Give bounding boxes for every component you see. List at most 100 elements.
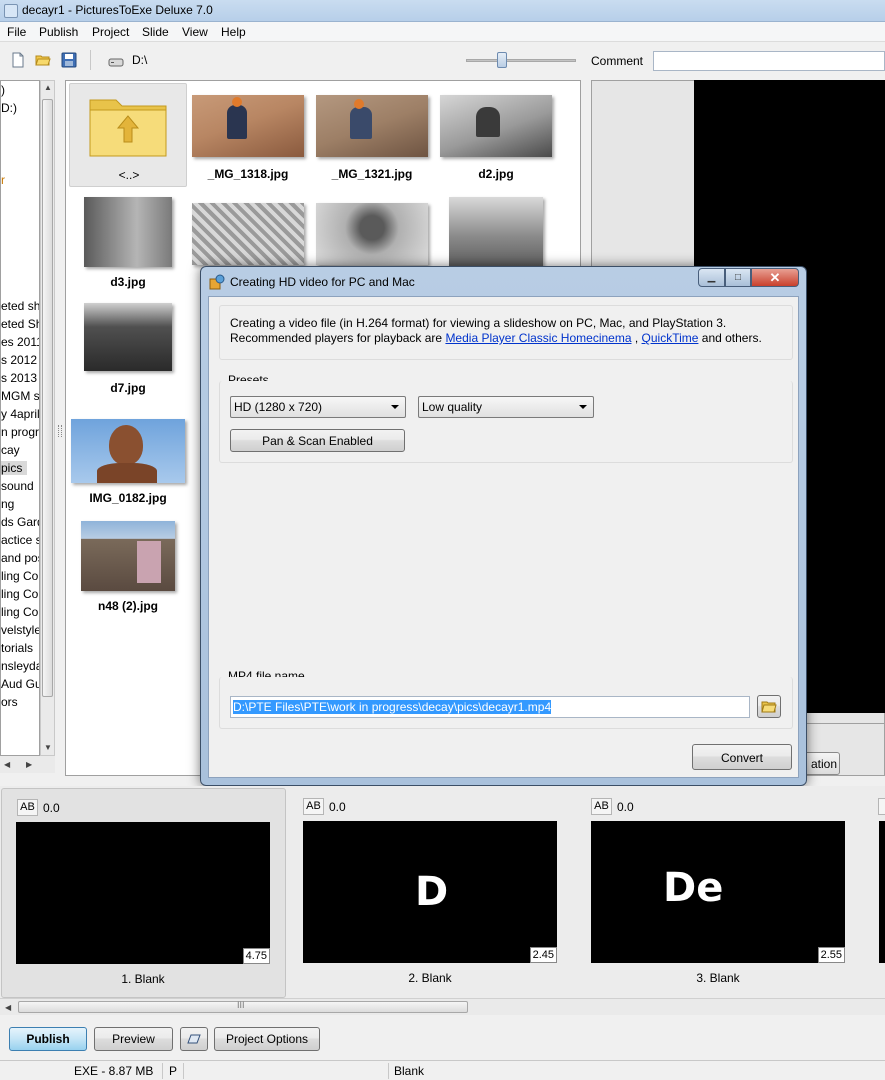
tree-item[interactable]: ling Co	[1, 587, 38, 601]
zoom-slider-track[interactable]	[466, 59, 576, 62]
parent-folder-icon	[89, 99, 167, 157]
slide-thumbnail: De 2.55	[591, 821, 845, 963]
tree-item[interactable]: ling Co	[1, 605, 38, 619]
tree-item-selected[interactable]: pics	[1, 461, 27, 475]
tree-item[interactable]: ors	[1, 695, 18, 709]
file-item[interactable]: IMG_0182.jpg	[69, 419, 187, 509]
status-separator	[388, 1063, 389, 1079]
scroll-up-icon[interactable]: ▲	[44, 83, 52, 92]
tree-horizontal-scrollbar[interactable]: ◀ ▶	[0, 756, 55, 773]
scroll-left-icon[interactable]: ◀	[5, 1003, 11, 1012]
new-file-icon[interactable]	[10, 52, 26, 68]
file-item[interactable]: d3.jpg	[69, 197, 187, 293]
tree-item[interactable]: y 4april	[1, 407, 39, 421]
slide-strip-scrollbar[interactable]: ◀ III	[0, 998, 885, 1015]
scroll-down-icon[interactable]: ▼	[44, 743, 52, 752]
splitter-grip[interactable]	[58, 425, 62, 437]
file-name: d7.jpg	[110, 381, 146, 395]
dialog-title: Creating HD video for PC and Mac	[230, 275, 415, 289]
tree-item[interactable]: actice sh	[1, 533, 39, 547]
ab-badge[interactable]: AB	[17, 799, 38, 816]
convert-button[interactable]: Convert	[692, 744, 792, 770]
eraser-button[interactable]	[180, 1027, 208, 1051]
tree-item[interactable]: and pos	[1, 551, 39, 565]
slide-strip-scroll-thumb[interactable]: III	[18, 1000, 468, 1013]
file-item[interactable]	[313, 203, 431, 273]
tree-item[interactable]: nsleyda	[1, 659, 39, 673]
quality-select[interactable]: Low quality	[418, 396, 594, 418]
browse-button[interactable]	[757, 695, 781, 718]
ab-badge[interactable]: AB	[303, 798, 324, 815]
tree-item[interactable]: torials	[1, 641, 33, 655]
close-icon: ✕	[769, 270, 781, 285]
chevron-down-icon	[579, 405, 587, 409]
file-item[interactable]	[437, 197, 555, 269]
tree-item[interactable]: sound	[1, 479, 34, 493]
file-item[interactable]: _MG_1321.jpg	[313, 95, 431, 185]
file-item[interactable]: d2.jpg	[437, 95, 555, 185]
media-player-link[interactable]: Media Player Classic Homecinema	[445, 331, 631, 345]
slide-item-3[interactable]: AB 0.0 De 2.55 3. Blank	[577, 788, 862, 998]
animation-button[interactable]: ation	[804, 752, 840, 775]
folder-tree[interactable]: ) D:) r eted sh eted Sh es 2011 s 2012 s…	[0, 80, 40, 756]
tree-item[interactable]: s 2012	[1, 353, 37, 367]
minimize-button[interactable]: ▁	[698, 268, 725, 287]
status-separator	[162, 1063, 163, 1079]
scroll-right-icon[interactable]: ▶	[26, 760, 32, 769]
tree-item[interactable]: n progre	[1, 425, 39, 439]
quicktime-link[interactable]: QuickTime	[642, 331, 699, 345]
tree-item[interactable]: eted sh	[1, 299, 39, 313]
file-item[interactable]	[189, 203, 307, 273]
tree-item[interactable]: es 2011	[1, 335, 39, 349]
slide-offset: 0.0	[43, 801, 60, 815]
slide-item-1[interactable]: AB 0.0 4.75 1. Blank	[1, 788, 286, 998]
tree-item[interactable]: cay	[1, 443, 20, 457]
tree-item[interactable]: r	[1, 173, 5, 187]
file-item[interactable]: n48 (2).jpg	[69, 521, 187, 613]
menu-publish[interactable]: Publish	[39, 25, 78, 39]
comment-input[interactable]	[653, 51, 885, 71]
image-thumbnail	[81, 521, 175, 591]
tree-scroll-thumb[interactable]	[42, 99, 53, 697]
menu-slide[interactable]: Slide	[142, 25, 169, 39]
tree-item[interactable]: ds Gard	[1, 515, 39, 529]
tree-item[interactable]: ling Co	[1, 569, 38, 583]
pan-scan-button[interactable]: Pan & Scan Enabled	[230, 429, 405, 452]
maximize-button[interactable]: □	[725, 268, 751, 287]
image-thumbnail	[192, 95, 304, 157]
publish-button[interactable]: Publish	[9, 1027, 87, 1051]
save-icon[interactable]	[61, 52, 77, 68]
tree-vertical-scrollbar[interactable]: ▲ ▼	[40, 80, 55, 756]
menu-file[interactable]: File	[7, 25, 26, 39]
close-button[interactable]: ✕	[751, 268, 799, 287]
menu-view[interactable]: View	[182, 25, 208, 39]
mp4-path-input[interactable]: D:\PTE Files\PTE\work in progress\decay\…	[230, 696, 750, 718]
file-item[interactable]: _MG_1318.jpg	[189, 95, 307, 185]
project-options-button[interactable]: Project Options	[214, 1027, 320, 1051]
file-item[interactable]: d7.jpg	[69, 303, 187, 399]
preview-button[interactable]: Preview	[94, 1027, 173, 1051]
menu-help[interactable]: Help	[221, 25, 246, 39]
drive-icon	[108, 58, 124, 67]
ab-badge[interactable]: AB	[591, 798, 612, 815]
slide-item-2[interactable]: AB 0.0 D 2.45 2. Blank	[289, 788, 574, 998]
tree-item[interactable]: )	[1, 83, 5, 97]
hd-video-dialog: Creating HD video for PC and Mac ▁ □ ✕ C…	[200, 266, 807, 786]
tree-item[interactable]: s 2013	[1, 371, 37, 385]
file-item-parent-folder[interactable]: <..>	[69, 83, 187, 187]
drive-label: D:\	[132, 53, 148, 67]
open-folder-icon[interactable]	[35, 52, 51, 68]
status-bar: EXE - 8.87 MB P Blank	[0, 1060, 885, 1080]
tree-item[interactable]: Aud Gui	[1, 677, 39, 691]
menu-project[interactable]: Project	[92, 25, 129, 39]
window-titlebar[interactable]: decayr1 - PicturesToExe Deluxe 7.0	[0, 0, 885, 22]
tree-item[interactable]: MGM sh	[1, 389, 39, 403]
zoom-slider-thumb[interactable]	[497, 52, 507, 68]
tree-item[interactable]: D:)	[1, 101, 17, 115]
tree-item[interactable]: velstyle	[1, 623, 39, 637]
tree-item[interactable]: eted Sh	[1, 317, 39, 331]
scroll-left-icon[interactable]: ◀	[4, 760, 10, 769]
resolution-select[interactable]: HD (1280 x 720)	[230, 396, 406, 418]
file-name: <..>	[118, 168, 140, 182]
tree-item[interactable]: ng	[1, 497, 14, 511]
